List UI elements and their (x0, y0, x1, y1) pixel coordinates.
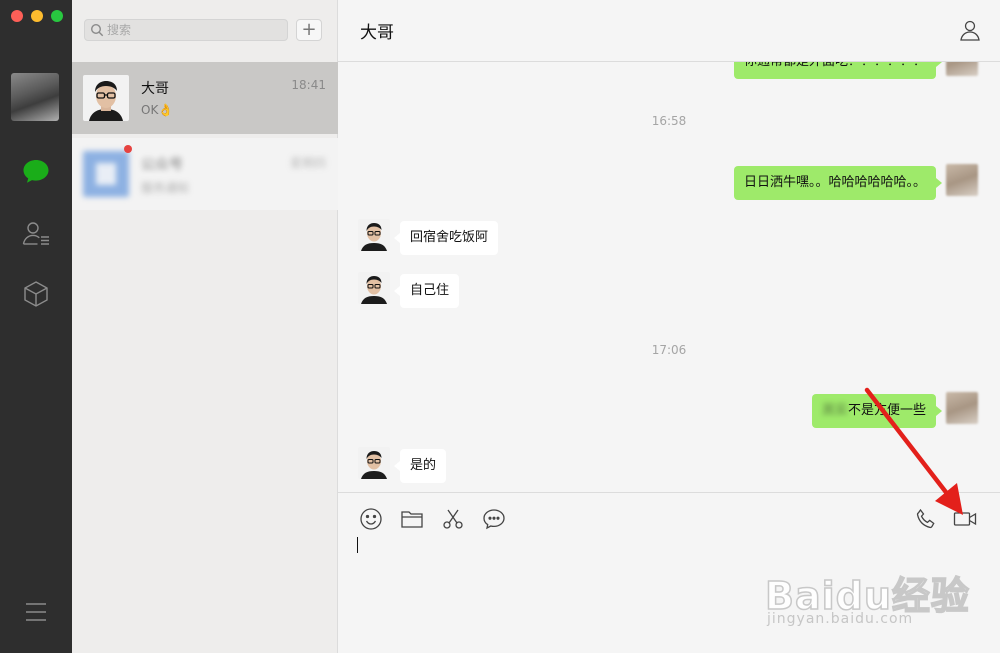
favorites-box-icon[interactable] (20, 278, 52, 310)
blurred-text: 其实 (821, 403, 848, 418)
chat-window: 大哥 你通常都是外面吃？？？？？？ 16:58 日日洒牛嘿。。哈哈哈哈哈哈。。 … (338, 0, 1000, 653)
voice-call-icon[interactable] (914, 507, 938, 531)
video-call-icon[interactable] (953, 507, 977, 531)
folder-icon[interactable] (400, 507, 424, 531)
window-close-button[interactable] (11, 10, 23, 22)
unread-badge (124, 145, 132, 153)
conversation-name: 大哥 (141, 81, 169, 97)
contacts-icon[interactable] (20, 218, 52, 250)
chat-title: 大哥 (360, 23, 394, 43)
search-input[interactable] (107, 21, 283, 39)
chat-history-icon[interactable] (482, 507, 506, 531)
chat-header: 大哥 (338, 0, 1000, 62)
app-sidebar (0, 0, 72, 653)
contact-message-avatar[interactable] (358, 447, 390, 479)
watermark-url: jingyan.baidu.com (767, 611, 914, 627)
window-minimize-button[interactable] (31, 10, 43, 22)
chat-info-person-icon[interactable] (958, 18, 982, 42)
my-message-bubble[interactable]: 其实不是方便一些 (811, 394, 943, 428)
search-box[interactable] (84, 19, 288, 41)
contact-message-avatar[interactable] (358, 219, 390, 251)
text-cursor (357, 537, 358, 553)
conversation-preview: OK👌 (141, 103, 174, 117)
conversation-item-official[interactable]: 公众号 星期四 服务通知 (72, 138, 338, 210)
screenshot-scissors-icon[interactable] (441, 507, 465, 531)
conversation-item-dage[interactable]: 大哥 18:41 OK👌 (72, 62, 338, 134)
my-message-bubble[interactable]: 日日洒牛嘿。。哈哈哈哈哈哈。。 (733, 166, 943, 200)
official-account-avatar (83, 151, 129, 197)
my-avatar[interactable] (11, 73, 59, 121)
message-timestamp: 16:58 (651, 114, 687, 128)
conversation-name: 公众号 (141, 157, 183, 173)
message-timestamp: 17:06 (651, 343, 687, 357)
search-icon (90, 23, 104, 37)
my-message-avatar[interactable] (946, 392, 978, 424)
contact-message-bubble[interactable]: 是的 (393, 449, 447, 483)
add-chat-button[interactable]: + (296, 19, 322, 41)
contact-message-avatar[interactable] (358, 272, 390, 304)
emoji-icon[interactable] (359, 507, 383, 531)
conversation-time: 星期四 (289, 156, 326, 170)
conversation-time: 18:41 (291, 78, 326, 92)
conversation-list-panel: + 大哥 18:41 OK👌 公众号 星期四 服务通知 (72, 0, 338, 653)
window-zoom-button[interactable] (51, 10, 63, 22)
hamburger-menu-icon[interactable] (24, 600, 48, 624)
my-message-bubble[interactable]: 你通常都是外面吃？？？？？？ (733, 62, 943, 79)
my-message-avatar[interactable] (946, 62, 978, 76)
chat-bubble-icon[interactable] (20, 156, 52, 188)
contact-message-bubble[interactable]: 自己住 (393, 274, 460, 308)
message-text: 不是方便一些 (847, 403, 926, 418)
message-area[interactable]: 你通常都是外面吃？？？？？？ 16:58 日日洒牛嘿。。哈哈哈哈哈哈。。 回宿舍… (338, 62, 1000, 492)
conversation-preview: 服务通知 (141, 181, 190, 195)
contact-message-bubble[interactable]: 回宿舍吃饭阿 (393, 221, 499, 255)
contact-avatar (83, 75, 129, 121)
my-message-avatar[interactable] (946, 164, 978, 196)
baidu-watermark: Baidu经验 jingyan.baidu.com (764, 565, 995, 635)
